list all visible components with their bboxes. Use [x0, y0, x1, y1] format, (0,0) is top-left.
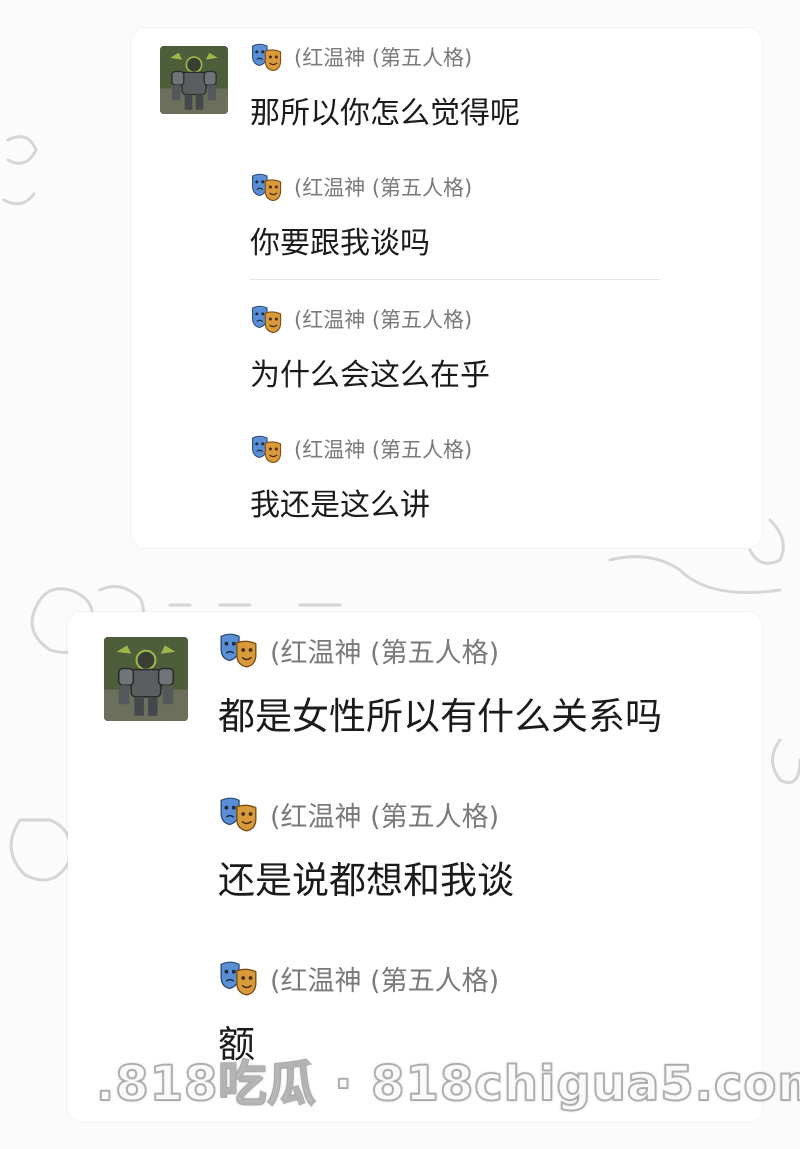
sender-name[interactable]: (红温神 (第五人格) — [294, 304, 472, 334]
sender-name[interactable]: (红温神 (第五人格) — [270, 795, 499, 834]
armored-character-avatar[interactable] — [160, 46, 228, 114]
message-sender-row: (红温神 (第五人格) — [250, 42, 520, 72]
drama-masks-icon — [250, 42, 284, 72]
drama-masks-icon — [218, 796, 260, 832]
message-text: 我还是这么讲 — [250, 488, 430, 523]
sender-name[interactable]: (红温神 (第五人格) — [294, 42, 472, 72]
message-sender-row: (红温神 (第五人格) — [250, 304, 490, 334]
message-sender-row: (红温神 (第五人格) — [250, 434, 472, 464]
chat-message: (红温神 (第五人格) 你要跟我谈吗 — [250, 172, 472, 262]
watermark-text: .818吃瓜 · 818chigua5.com — [95, 1055, 800, 1113]
sender-name[interactable]: (红温神 (第五人格) — [294, 172, 472, 202]
armored-character-avatar[interactable] — [104, 637, 188, 721]
message-text: 为什么会这么在乎 — [250, 358, 490, 393]
chat-screenshot-card-1: (红温神 (第五人格) 那所以你怎么觉得呢 (红温神 (第五人格) 你要跟我谈吗… — [132, 28, 762, 548]
drama-masks-icon — [250, 172, 284, 202]
chat-message: (红温神 (第五人格) 那所以你怎么觉得呢 — [250, 42, 520, 132]
message-sender-row: (红温神 (第五人格) — [250, 172, 472, 202]
message-sender-row: (红温神 (第五人格) — [218, 631, 662, 670]
message-text: 还是说都想和我谈 — [218, 859, 514, 902]
drama-masks-icon — [218, 632, 260, 668]
message-divider — [250, 279, 660, 280]
sender-name[interactable]: (红温神 (第五人格) — [270, 631, 499, 670]
message-text: 你要跟我谈吗 — [250, 226, 430, 261]
chat-message: (红温神 (第五人格) 还是说都想和我谈 — [218, 796, 514, 904]
chat-message: (红温神 (第五人格) 我还是这么讲 — [250, 434, 472, 524]
sender-name[interactable]: (红温神 (第五人格) — [294, 434, 472, 464]
message-sender-row: (红温神 (第五人格) — [218, 795, 514, 834]
chat-message: (红温神 (第五人格) 为什么会这么在乎 — [250, 304, 490, 394]
drama-masks-icon — [250, 434, 284, 464]
site-watermark: .818吃瓜 · 818chigua5.com — [95, 1044, 800, 1114]
sender-name[interactable]: (红温神 (第五人格) — [270, 959, 499, 998]
chat-message: (红温神 (第五人格) 都是女性所以有什么关系吗 — [218, 632, 662, 740]
message-text: 那所以你怎么觉得呢 — [250, 96, 520, 131]
message-text: 都是女性所以有什么关系吗 — [218, 695, 662, 738]
drama-masks-icon — [250, 304, 284, 334]
message-sender-row: (红温神 (第五人格) — [218, 959, 499, 998]
drama-masks-icon — [218, 960, 260, 996]
